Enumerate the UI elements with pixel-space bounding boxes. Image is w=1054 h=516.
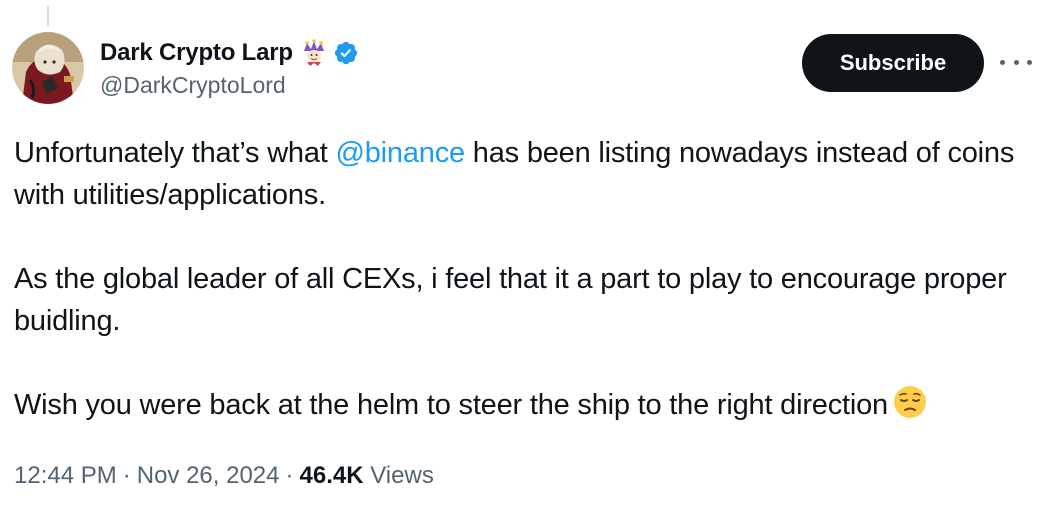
tweet-paragraph-3: Wish you were back at the helm to steer … — [14, 384, 1044, 426]
author-block: Dark Crypto Larp @DarkCryptoLord — [100, 36, 359, 99]
tweet-time[interactable]: 12:44 PM — [14, 462, 117, 489]
more-horizontal-icon[interactable] — [1000, 50, 1032, 74]
dot — [1000, 59, 1005, 65]
tweet-paragraph-1: Unfortunately that’s what @binance has b… — [14, 132, 1044, 216]
meta-separator: · — [285, 462, 294, 489]
pensive-face-emoji — [892, 384, 928, 420]
jester-icon — [301, 39, 327, 67]
avatar[interactable] — [12, 32, 84, 104]
dot — [1013, 59, 1019, 65]
verified-badge-icon — [333, 40, 359, 66]
tweet-date[interactable]: Nov 26, 2024 — [137, 462, 280, 489]
dot — [1027, 59, 1032, 65]
tweet-text-segment: Wish you were back at the helm to steer … — [14, 389, 888, 421]
tweet-text: Unfortunately that’s what @binance has b… — [14, 132, 1044, 426]
tweet-card: Dark Crypto Larp @DarkCryptoLord Subscri… — [0, 0, 1054, 516]
author-display-name[interactable]: Dark Crypto Larp — [100, 39, 293, 67]
views-count[interactable]: 46.4K — [300, 462, 364, 489]
tweet-paragraph-2: As the global leader of all CEXs, i feel… — [14, 263, 1007, 337]
name-row: Dark Crypto Larp — [100, 36, 359, 70]
subscribe-button[interactable]: Subscribe — [802, 34, 984, 92]
thread-connector-line — [47, 6, 49, 26]
author-handle[interactable]: @DarkCryptoLord — [100, 72, 359, 99]
tweet-text-segment: Unfortunately that’s what — [14, 137, 336, 169]
mention-link[interactable]: @binance — [336, 137, 466, 169]
views-label: Views — [370, 462, 434, 489]
tweet-meta: 12:44 PM · Nov 26, 2024 · 46.4K Views — [14, 462, 434, 490]
avatar-image — [12, 32, 84, 104]
meta-separator: · — [122, 462, 131, 489]
